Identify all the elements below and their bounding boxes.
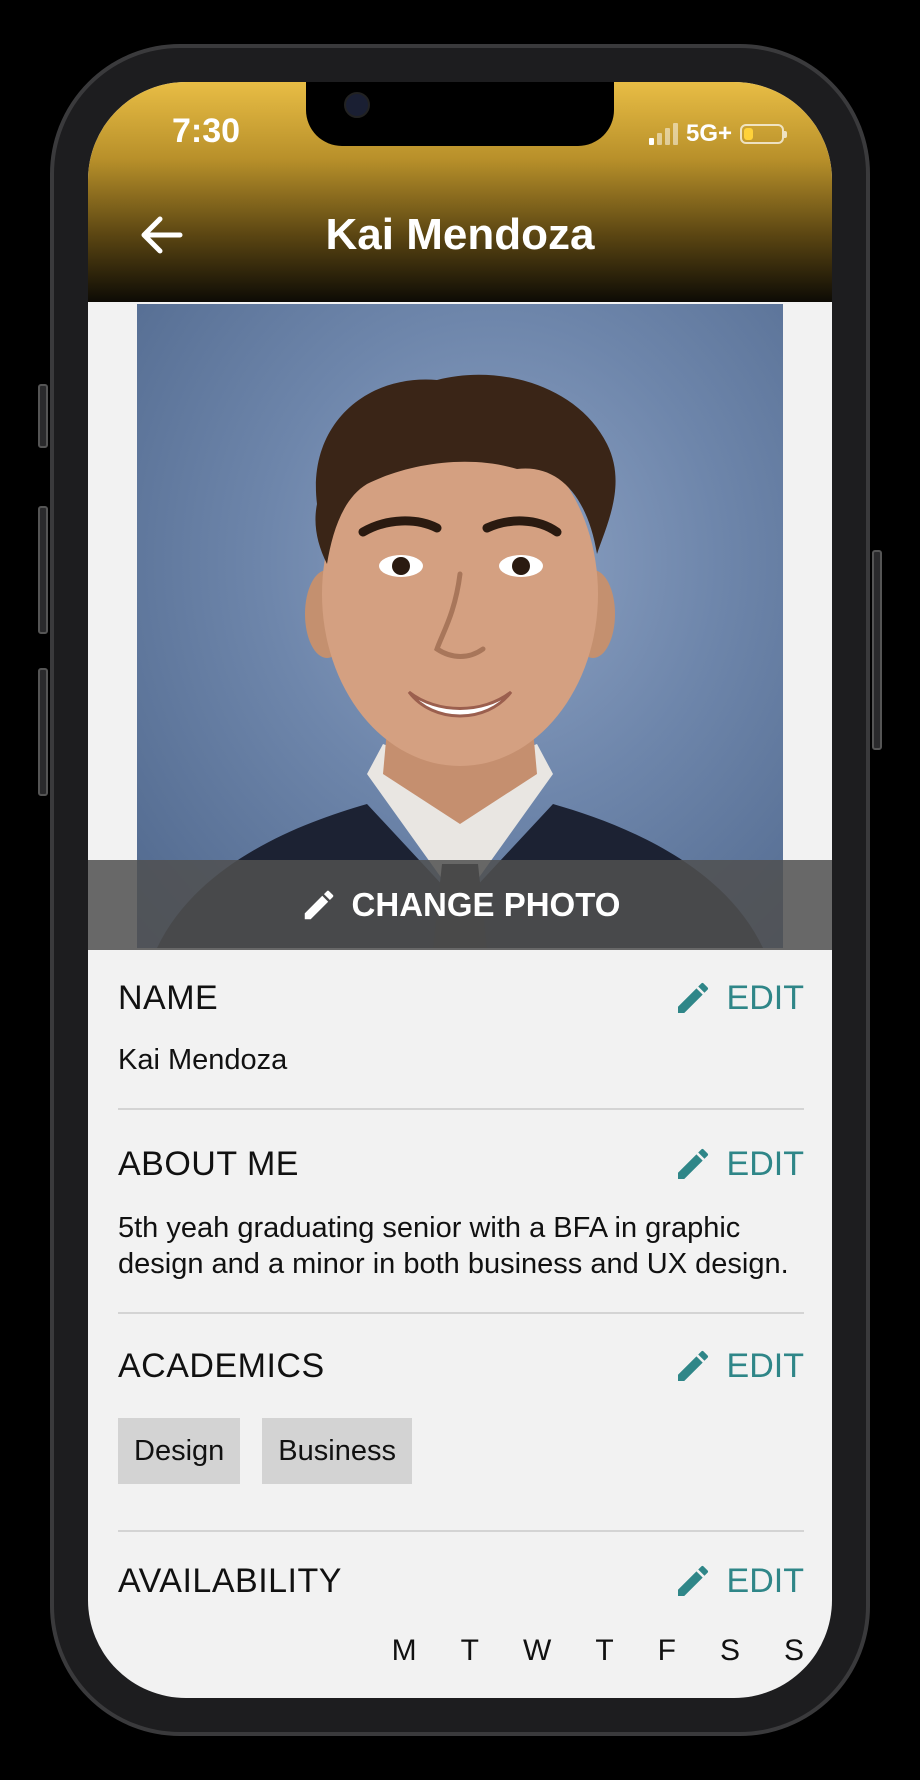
name-value: Kai Mendoza [118, 1044, 288, 1076]
volume-down-button [38, 668, 48, 796]
edit-label: EDIT [726, 1561, 804, 1600]
pencil-icon [677, 1148, 708, 1179]
day-label: W [522, 1634, 552, 1667]
section-title-availability: AVAILABILITY [118, 1561, 342, 1600]
about-section: ABOUT ME EDIT 5th yeah graduating senior… [118, 1110, 804, 1314]
portrait-illustration [157, 374, 763, 948]
day-label: S [719, 1634, 740, 1667]
name-section: NAME EDIT Kai Mendoza [118, 948, 804, 1110]
phone-screen: 7:30 5G+ Kai Mendoza CHANGE PHOTO NAME E… [88, 82, 832, 1698]
status-indicators: 5G+ [648, 120, 787, 148]
edit-about-button[interactable]: EDIT [673, 1144, 804, 1184]
signal-icon [648, 123, 678, 145]
availability-section: AVAILABILITY EDIT M T W T F S S [118, 1532, 804, 1668]
section-title-about: ABOUT ME [118, 1144, 299, 1183]
page-title: Kai Mendoza [325, 210, 595, 259]
pencil-icon [304, 890, 333, 920]
change-photo-button[interactable]: CHANGE PHOTO [88, 860, 832, 950]
edit-label: EDIT [726, 1346, 804, 1385]
profile-photo [137, 304, 783, 948]
app-header: 7:30 5G+ Kai Mendoza [88, 82, 832, 302]
day-label: S [783, 1634, 804, 1667]
network-type: 5G+ [685, 120, 732, 147]
volume-up-button [38, 506, 48, 634]
edit-academics-button[interactable]: EDIT [673, 1346, 804, 1386]
notch [306, 82, 614, 146]
academics-section: ACADEMICS EDIT Design Business [118, 1314, 804, 1532]
edit-label: EDIT [726, 978, 804, 1017]
pencil-icon [677, 1565, 708, 1596]
power-button [872, 550, 882, 750]
pencil-icon [677, 982, 708, 1013]
day-label: T [460, 1634, 479, 1667]
about-value: 5th yeah graduating senior with a BFA in… [118, 1212, 789, 1280]
day-label: T [595, 1634, 614, 1667]
mute-switch [38, 384, 48, 448]
chip-design[interactable]: Design [118, 1418, 241, 1484]
profile-photo-area: CHANGE PHOTO [88, 304, 832, 950]
status-time: 7:30 [172, 112, 241, 150]
availability-days-header: M T W T F S S [118, 1634, 804, 1668]
edit-name-button[interactable]: EDIT [673, 978, 804, 1018]
section-title-academics: ACADEMICS [118, 1346, 325, 1385]
pencil-icon [677, 1350, 708, 1381]
section-title-name: NAME [118, 978, 219, 1017]
front-camera [344, 92, 370, 118]
edit-availability-button[interactable]: EDIT [673, 1561, 804, 1601]
day-label: M [391, 1634, 417, 1667]
change-photo-label: CHANGE PHOTO [351, 886, 621, 923]
academics-chips: Design Business [118, 1418, 804, 1530]
chip-business[interactable]: Business [262, 1418, 412, 1484]
battery-icon [740, 124, 787, 144]
profile-details: NAME EDIT Kai Mendoza ABOUT ME EDIT 5th … [118, 948, 804, 1668]
edit-label: EDIT [726, 1144, 804, 1183]
day-label: F [657, 1634, 676, 1667]
